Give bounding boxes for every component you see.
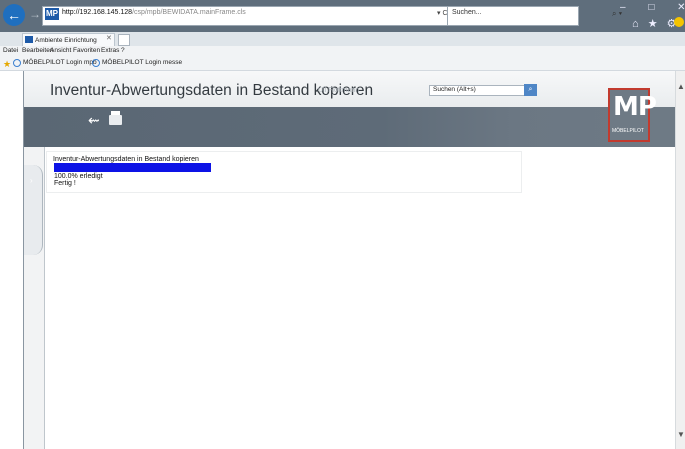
browser-search-placeholder: Suchen...	[452, 9, 482, 16]
favorite-login-mpb[interactable]: MÖBELPILOT Login mpb	[23, 59, 97, 66]
scroll-down-icon[interactable]: ▼	[677, 430, 685, 439]
ie-page-icon	[13, 59, 21, 67]
tab-close-icon[interactable]: ✕	[106, 34, 112, 42]
menu-extras[interactable]: Extras	[101, 47, 119, 54]
progress-status: Fertig !	[54, 180, 76, 187]
window-controls[interactable]: – □ ✕	[620, 2, 685, 13]
tab-ambiente-einrichtung[interactable]: Ambiente Einrichtung	[22, 33, 115, 46]
scroll-up-icon[interactable]: ▲	[677, 82, 685, 91]
favorites-star-icon[interactable]: ★	[3, 59, 11, 70]
ie-page-icon	[92, 59, 100, 67]
refresh-icon[interactable]: ▾ C	[437, 9, 448, 17]
app-search-label: Suchen (Alt+s)	[433, 86, 476, 93]
favorite-login-messe[interactable]: MÖBELPILOT Login messe	[102, 59, 182, 66]
frame-divider	[23, 71, 24, 449]
vertical-scrollbar[interactable]	[675, 71, 685, 449]
app-toolbar	[24, 107, 675, 147]
back-arrow-icon[interactable]: ←	[3, 4, 25, 26]
logo-mp-text: MP	[613, 92, 657, 122]
tab-label: Ambiente Einrichtung	[35, 37, 97, 44]
user-name: Uli Flottmann	[318, 87, 360, 94]
url-text[interactable]: http://192.168.145.128/csp/mpb/BEWIDATA.…	[62, 9, 246, 16]
back-icon[interactable]: ⇜	[88, 112, 100, 129]
menu-datei[interactable]: Datei	[3, 47, 18, 54]
print-icon[interactable]	[109, 115, 122, 125]
menu-favoriten[interactable]: Favoriten	[73, 47, 100, 54]
progress-title: Inventur-Abwertungsdaten in Bestand kopi…	[53, 156, 199, 163]
search-icon[interactable]: ⌕	[524, 84, 537, 96]
chevron-right-icon[interactable]: ›	[30, 176, 33, 185]
new-tab-button[interactable]	[118, 34, 130, 46]
menu-bearbeiten[interactable]: Bearbeiten	[22, 47, 53, 54]
site-favicon-icon: MP	[45, 8, 59, 20]
forward-arrow-icon[interactable]: →	[29, 7, 41, 21]
home-star-gear-icons[interactable]: ⌂ ★ ⚙	[632, 17, 679, 30]
left-panel-toggle[interactable]	[24, 165, 43, 255]
progress-percent: 100.0% erledigt	[54, 173, 103, 180]
progress-bar	[54, 163, 211, 172]
menu-help[interactable]: ?	[121, 47, 125, 54]
tab-favicon-icon	[25, 36, 33, 43]
feedback-smiley-icon[interactable]	[674, 17, 684, 27]
logo-subtitle: MÖBELPILOT	[612, 128, 644, 134]
menu-ansicht[interactable]: Ansicht	[50, 47, 71, 54]
